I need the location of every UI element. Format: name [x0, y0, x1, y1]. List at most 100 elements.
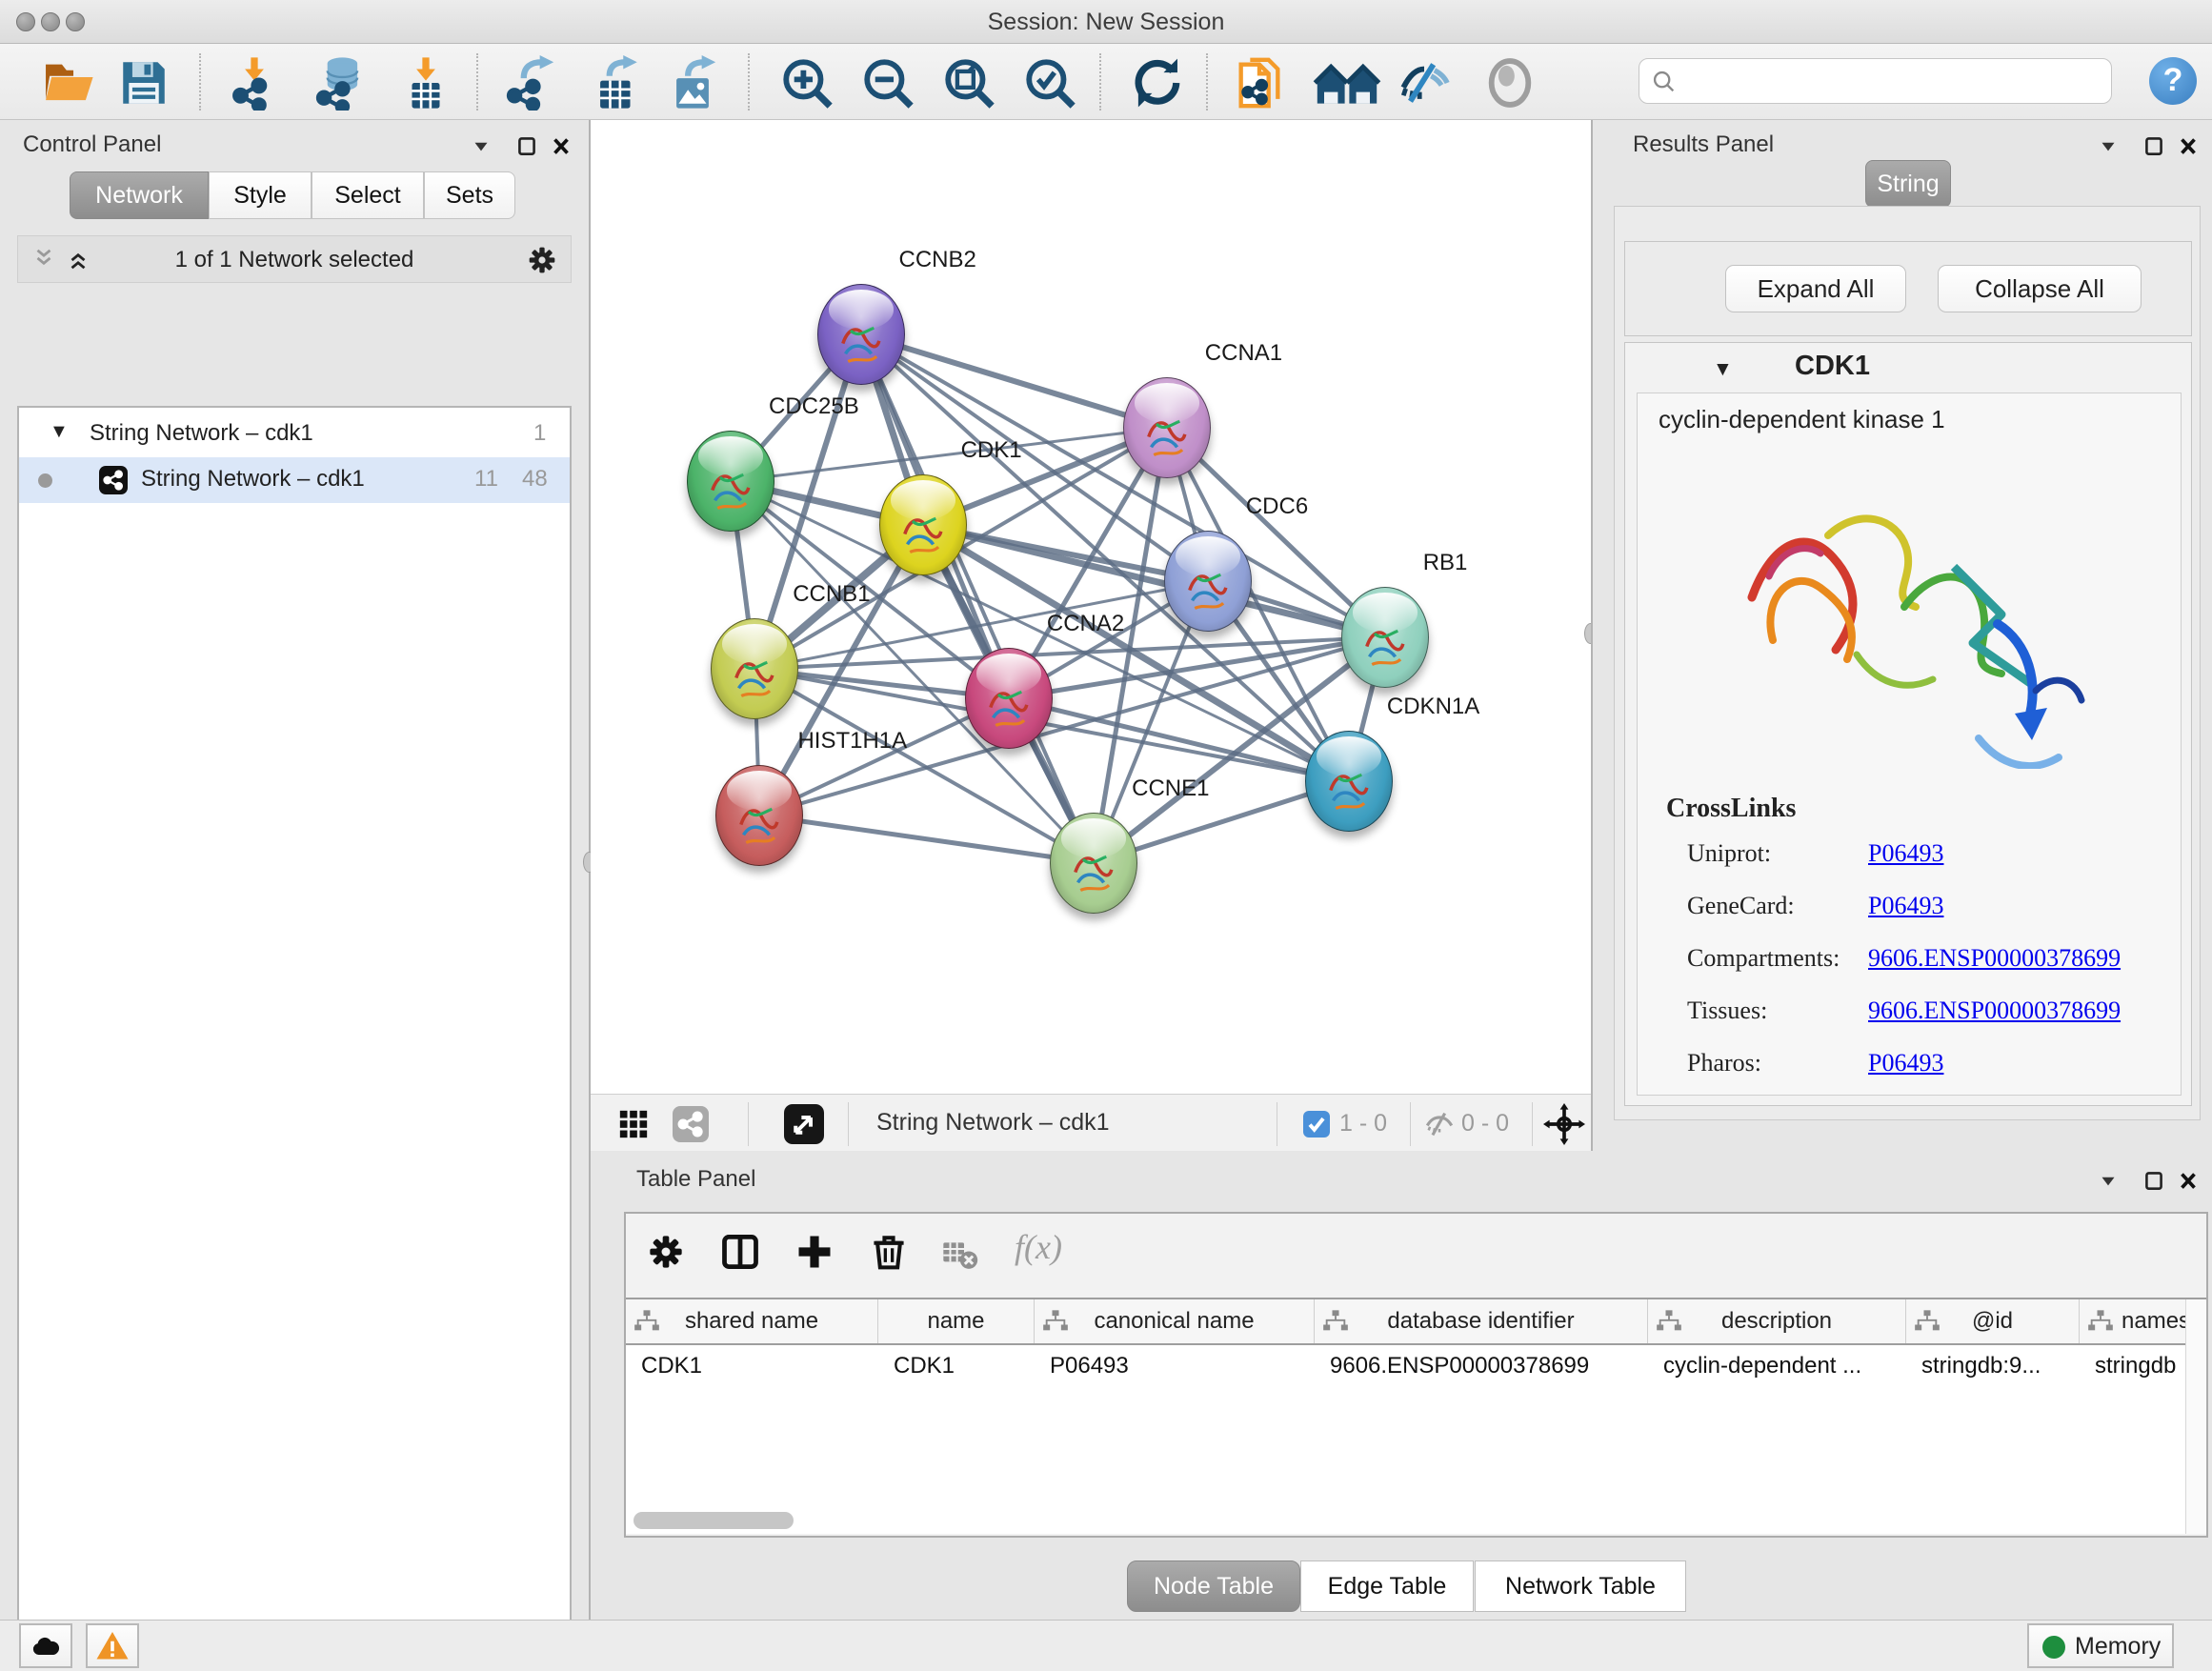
table-container: f(x) shared name name canonical name dat… [624, 1212, 2208, 1538]
results-panel: Results Panel String Expand All Collapse… [1591, 120, 2212, 1151]
delete-table-icon[interactable] [940, 1235, 978, 1273]
network-node-CDC6[interactable] [1164, 531, 1252, 632]
crosslink-genecard-link[interactable]: P06493 [1868, 892, 1943, 920]
memory-button[interactable]: Memory [2027, 1623, 2174, 1668]
panel-close-icon[interactable] [549, 133, 573, 158]
network-node-CDK1[interactable] [879, 474, 967, 575]
tab-network-table[interactable]: Network Table [1475, 1560, 1686, 1612]
crosslink-tissues-link[interactable]: 9606.ENSP00000378699 [1868, 997, 2121, 1025]
search-input[interactable] [1685, 63, 2095, 97]
panel-float-icon[interactable] [2142, 1168, 2166, 1193]
crosslink-pharos-link[interactable]: P06493 [1868, 1049, 1943, 1077]
protein-expander-icon[interactable]: ▼ [1713, 358, 1733, 381]
column-header[interactable]: @id [1906, 1299, 2080, 1343]
network-row-selected[interactable]: String Network – cdk1 11 48 [19, 457, 570, 503]
network-selection-bar: 1 of 1 Network selected [17, 235, 572, 283]
tab-network[interactable]: Network [70, 171, 209, 219]
add-column-icon[interactable] [794, 1231, 835, 1273]
network-options-gear-icon[interactable] [527, 245, 557, 275]
network-node-CCNB1[interactable] [711, 618, 798, 719]
node-gloss [1061, 818, 1126, 858]
open-session-icon[interactable] [40, 55, 95, 111]
show-columns-icon[interactable] [719, 1231, 761, 1273]
node-gloss [727, 771, 792, 811]
column-header[interactable]: shared name [626, 1299, 878, 1343]
table-options-gear-icon[interactable] [647, 1233, 685, 1271]
export-image-icon[interactable] [665, 55, 720, 111]
collection-expander-icon[interactable]: ▼ [50, 421, 69, 443]
column-header[interactable]: description [1648, 1299, 1906, 1343]
table-hscrollbar[interactable] [626, 1507, 2185, 1534]
panel-float-icon[interactable] [514, 133, 539, 158]
network-edge-CCNB2-CCNA1[interactable] [861, 334, 1167, 428]
network-collection-row[interactable]: ▼ String Network – cdk1 1 [19, 412, 570, 457]
network-node-CDC25B[interactable] [687, 431, 774, 532]
main-toolbar: ? [0, 44, 2212, 120]
network-node-CCNA1[interactable] [1123, 377, 1211, 478]
tab-node-table[interactable]: Node Table [1127, 1560, 1300, 1612]
protein-section: ▼ CDK1 cyclin-dependent kinase 1 [1624, 342, 2192, 1106]
network-edge-CCNB2-CCNE1[interactable] [861, 334, 1095, 863]
network-node-CCNA2[interactable] [965, 648, 1053, 749]
network-node-label: CCNB2 [899, 247, 976, 273]
tab-edge-table[interactable]: Edge Table [1300, 1560, 1474, 1612]
network-canvas[interactable]: CCNB2CCNA1CDC25BCDK1CDC6RB1CCNB1CCNA2CDK… [591, 120, 1591, 1094]
panel-close-icon[interactable] [2176, 1168, 2201, 1193]
crosslink-uniprot-link[interactable]: P06493 [1868, 839, 1943, 868]
cloud-button[interactable] [19, 1623, 72, 1668]
apply-layout-icon[interactable] [1128, 55, 1183, 111]
expand-all-button[interactable]: Expand All [1725, 265, 1906, 312]
import-network-file-icon[interactable] [227, 55, 282, 111]
first-neighbors-icon[interactable] [1232, 55, 1287, 111]
selected-checkbox-icon[interactable] [1303, 1111, 1330, 1137]
pan-crosshair-icon[interactable] [1543, 1103, 1585, 1145]
save-session-icon[interactable] [116, 55, 171, 111]
grid-view-icon[interactable] [617, 1108, 650, 1140]
panel-menu-icon[interactable] [2096, 133, 2121, 158]
hscrollbar-thumb[interactable] [633, 1512, 794, 1529]
zoom-fit-icon[interactable] [941, 55, 996, 111]
network-edge-HIST1H1A-CCNE1[interactable] [759, 815, 1094, 863]
tab-select[interactable]: Select [312, 171, 424, 219]
network-node-HIST1H1A[interactable] [715, 765, 803, 866]
export-table-icon[interactable] [589, 55, 644, 111]
table-row[interactable]: CDK1 CDK1 P06493 9606.ENSP00000378699 cy… [626, 1345, 2206, 1389]
help-button[interactable]: ? [2149, 57, 2197, 105]
cell-shared-name: CDK1 [626, 1345, 878, 1389]
crosslink-compartments-link[interactable]: 9606.ENSP00000378699 [1868, 944, 2121, 973]
panel-close-icon[interactable] [2176, 133, 2201, 158]
network-node-CCNE1[interactable] [1050, 813, 1137, 914]
export-network-icon[interactable] [503, 55, 558, 111]
warnings-button[interactable] [86, 1623, 139, 1668]
column-header[interactable]: canonical name [1035, 1299, 1315, 1343]
collapse-all-button[interactable]: Collapse All [1938, 265, 2142, 312]
cell-canonical-name: P06493 [1035, 1345, 1315, 1389]
panel-float-icon[interactable] [2142, 133, 2166, 158]
crosslink-label: Tissues: [1687, 997, 1767, 1025]
zoom-selected-icon[interactable] [1022, 55, 1077, 111]
tab-style[interactable]: Style [209, 171, 312, 219]
zoom-in-icon[interactable] [779, 55, 835, 111]
import-network-database-icon[interactable] [312, 55, 368, 111]
column-header[interactable]: database identifier [1315, 1299, 1648, 1343]
import-table-icon[interactable] [398, 55, 453, 111]
show-all-networks-icon[interactable] [1313, 55, 1381, 111]
panel-menu-icon[interactable] [2096, 1168, 2121, 1193]
network-node-CDKN1A[interactable] [1305, 731, 1393, 832]
tab-string[interactable]: String [1865, 160, 1951, 208]
network-node-RB1[interactable] [1341, 587, 1429, 688]
function-builder-button[interactable]: f(x) [1015, 1227, 1062, 1267]
column-header[interactable]: name [878, 1299, 1035, 1343]
tab-sets[interactable]: Sets [424, 171, 515, 219]
delete-column-icon[interactable] [868, 1230, 910, 1272]
protein-description: cyclin-dependent kinase 1 [1659, 405, 1945, 434]
show-hidden-icon[interactable] [1482, 55, 1538, 111]
birdseye-view-icon[interactable] [784, 1104, 824, 1144]
network-view-type-icon[interactable] [673, 1106, 709, 1142]
table-vscrollbar[interactable] [2185, 1299, 2206, 1534]
hide-selected-icon[interactable] [1397, 55, 1452, 111]
hidden-eye-icon[interactable] [1423, 1108, 1456, 1140]
panel-menu-icon[interactable] [469, 133, 493, 158]
network-node-CCNB2[interactable] [817, 284, 905, 385]
zoom-out-icon[interactable] [860, 55, 915, 111]
